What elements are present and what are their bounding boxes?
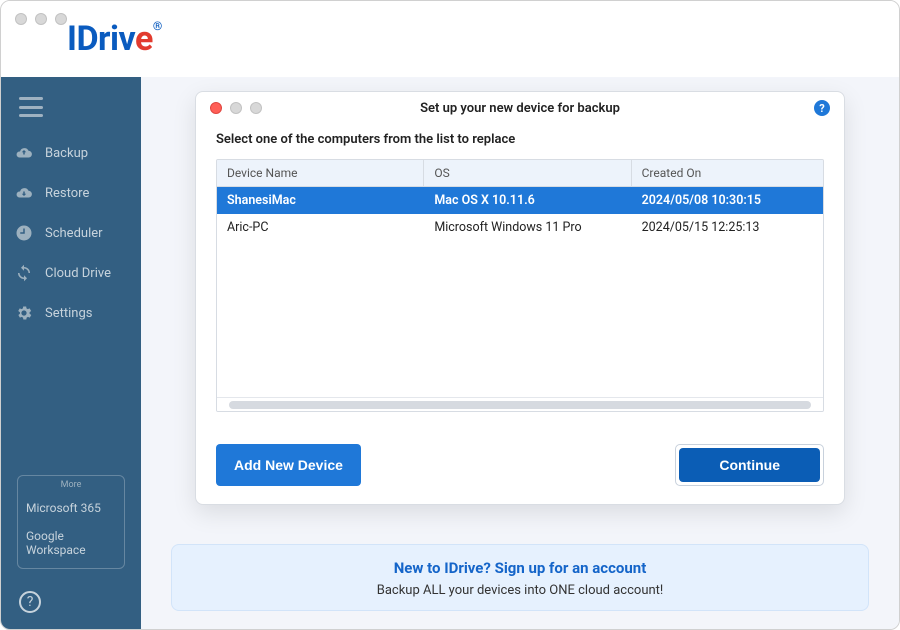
device-table: Device Name OS Created On ShanesiMac Mac… <box>216 159 824 412</box>
menu-icon[interactable] <box>19 97 43 117</box>
window-minimize-icon[interactable] <box>35 13 47 25</box>
window-zoom-icon[interactable] <box>55 13 67 25</box>
sidebar-more-ms365[interactable]: Microsoft 365 <box>18 494 124 522</box>
sidebar-item-backup[interactable]: Backup <box>1 133 141 173</box>
clock-icon <box>15 224 33 242</box>
cell-device: ShanesiMac <box>217 187 424 214</box>
sidebar-item-label: Backup <box>45 146 88 161</box>
cell-os: Mac OS X 10.11.6 <box>424 187 631 214</box>
help-icon[interactable]: ? <box>19 591 41 613</box>
signup-banner: New to IDrive? Sign up for an account Ba… <box>171 544 869 611</box>
main-area: Set up your new device for backup ? Sele… <box>141 77 899 629</box>
sidebar-item-settings[interactable]: Settings <box>1 293 141 333</box>
cloud-up-icon <box>15 144 33 162</box>
dialog-help-icon[interactable]: ? <box>814 100 830 116</box>
cell-os: Microsoft Windows 11 Pro <box>424 214 631 241</box>
sidebar-item-label: Restore <box>45 186 89 201</box>
horizontal-scrollbar[interactable] <box>217 397 823 411</box>
device-setup-dialog: Set up your new device for backup ? Sele… <box>195 91 845 505</box>
sidebar-more-box: More Microsoft 365 Google Workspace <box>17 475 125 569</box>
table-header-row: Device Name OS Created On <box>217 160 823 187</box>
dialog-actions: Add New Device Continue <box>196 428 844 504</box>
sidebar: Backup Restore Scheduler Cloud Drive Set… <box>1 77 141 629</box>
sidebar-item-label: Settings <box>45 306 92 321</box>
app-logo: IDrive® <box>67 19 162 59</box>
window-close-icon[interactable] <box>15 13 27 25</box>
titlebar: IDrive® <box>1 1 899 77</box>
table-row[interactable]: ShanesiMac Mac OS X 10.11.6 2024/05/08 1… <box>217 187 823 214</box>
add-new-device-button[interactable]: Add New Device <box>216 444 361 486</box>
signup-subtitle: Backup ALL your devices into ONE cloud a… <box>182 583 858 598</box>
gear-icon <box>15 304 33 322</box>
col-device-name[interactable]: Device Name <box>217 160 424 186</box>
cell-created: 2024/05/08 10:30:15 <box>632 187 823 214</box>
sidebar-item-label: Scheduler <box>45 226 103 241</box>
table-body: ShanesiMac Mac OS X 10.11.6 2024/05/08 1… <box>217 187 823 397</box>
app-window: IDrive® Backup Restore Scheduler <box>0 0 900 630</box>
dialog-instruction: Select one of the computers from the lis… <box>216 132 824 147</box>
logo-registered: ® <box>153 19 162 33</box>
col-created-on[interactable]: Created On <box>632 160 823 186</box>
continue-button[interactable]: Continue <box>679 448 820 482</box>
cell-device: Aric-PC <box>217 214 424 241</box>
sidebar-nav: Backup Restore Scheduler Cloud Drive Set… <box>1 133 141 333</box>
logo-text-left: IDriv <box>67 19 135 59</box>
cloud-down-icon <box>15 184 33 202</box>
cell-created: 2024/05/15 12:25:13 <box>632 214 823 241</box>
table-row[interactable]: Aric-PC Microsoft Windows 11 Pro 2024/05… <box>217 214 823 241</box>
sidebar-more-google-workspace[interactable]: Google Workspace <box>18 522 124 564</box>
sidebar-more-title: More <box>18 480 124 494</box>
scrollbar-thumb[interactable] <box>229 401 811 409</box>
dialog-titlebar: Set up your new device for backup ? <box>196 92 844 120</box>
sidebar-item-scheduler[interactable]: Scheduler <box>1 213 141 253</box>
continue-button-wrap: Continue <box>675 444 824 486</box>
logo-text-e: e <box>135 19 153 59</box>
signup-link[interactable]: New to IDrive? Sign up for an account <box>182 559 858 577</box>
window-controls <box>15 13 67 25</box>
dialog-body: Select one of the computers from the lis… <box>196 120 844 428</box>
sync-icon <box>15 264 33 282</box>
sidebar-item-restore[interactable]: Restore <box>1 173 141 213</box>
sidebar-item-cloud-drive[interactable]: Cloud Drive <box>1 253 141 293</box>
sidebar-item-label: Cloud Drive <box>45 266 111 281</box>
dialog-title: Set up your new device for backup <box>196 101 844 116</box>
col-os[interactable]: OS <box>424 160 631 186</box>
